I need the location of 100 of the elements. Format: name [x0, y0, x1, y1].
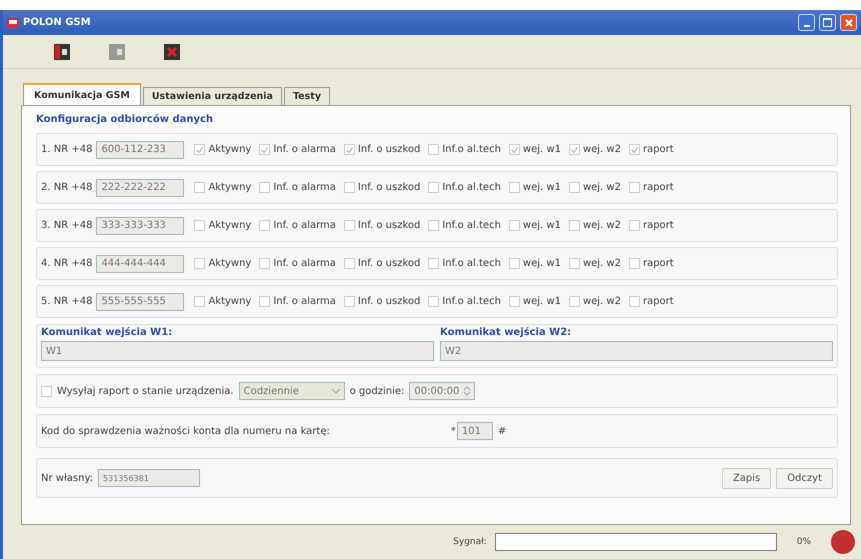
phone-field[interactable]: 555-555-555 — [96, 292, 184, 310]
own-number-field[interactable]: 531356381 — [98, 469, 200, 487]
checkbox-label: Aktywny — [208, 144, 252, 155]
checkbox[interactable] — [628, 220, 640, 231]
checkbox[interactable] — [428, 220, 440, 231]
checkbox[interactable] — [428, 144, 440, 155]
checkbox[interactable] — [508, 296, 520, 307]
checkbox[interactable] — [259, 220, 270, 231]
door-icon — [53, 42, 71, 60]
checkbox[interactable] — [568, 258, 580, 269]
time-label: o godzinie: — [350, 386, 404, 396]
checkbox[interactable] — [41, 386, 52, 396]
checkbox[interactable] — [428, 258, 440, 269]
checkbox[interactable] — [508, 144, 520, 155]
checkbox[interactable] — [508, 258, 520, 269]
checkbox-label: Inf. o alarma — [273, 182, 336, 193]
action-button[interactable]: Odczyt — [776, 468, 833, 488]
phone-field[interactable]: 444-444-444 — [96, 254, 184, 272]
phone-field[interactable]: 333-333-333 — [96, 216, 184, 234]
group-title: Komunikat wejścia W1: — [41, 327, 174, 338]
checkbox[interactable] — [344, 296, 355, 307]
checkbox[interactable] — [344, 220, 355, 231]
checkbox[interactable] — [628, 296, 640, 307]
checkbox-label: raport — [642, 144, 674, 155]
checkbox-label: raport — [642, 182, 674, 193]
group-title: Konfiguracja odbiorców danych — [36, 114, 214, 125]
checkbox-label: wej. w2 — [582, 182, 621, 193]
checkbox-label: raport — [642, 296, 674, 307]
minimize-icon — [804, 24, 810, 26]
checkbox[interactable] — [259, 258, 270, 269]
checkbox[interactable] — [568, 220, 580, 231]
toolbar-button[interactable] — [163, 42, 181, 60]
own-number-label: Nr własny: — [41, 472, 94, 484]
checkbox[interactable] — [344, 144, 355, 155]
checkbox[interactable] — [259, 144, 270, 155]
door-icon — [108, 42, 126, 60]
checkbox[interactable] — [194, 258, 206, 269]
close-icon — [163, 42, 181, 60]
row-label: 5. NR +48 — [41, 296, 92, 307]
checkbox-label: Inf. o alarma — [273, 144, 336, 155]
checkbox[interactable] — [194, 144, 206, 155]
action-button[interactable]: Zapis — [722, 468, 772, 488]
checkbox-label: Aktywny — [208, 258, 252, 269]
suffix-label: # — [498, 426, 506, 436]
window-title: POLON GSM — [23, 17, 91, 28]
checkbox-label: Wysyłaj raport o stanie urządzenia. — [57, 386, 234, 396]
message-field[interactable]: W2 — [440, 341, 833, 361]
checkbox-label: Inf.o al.tech — [442, 144, 501, 155]
checkbox-label: Inf. o uszkod — [358, 144, 420, 155]
checkbox-label: Inf.o al.tech — [442, 296, 501, 307]
maximize-icon — [823, 18, 832, 27]
close-button[interactable] — [840, 14, 857, 31]
tab[interactable]: Komunikacja GSM — [23, 83, 141, 105]
checkbox[interactable] — [508, 182, 520, 193]
checkbox[interactable] — [259, 296, 270, 307]
checkbox[interactable] — [508, 220, 520, 231]
minimize-button[interactable] — [798, 14, 815, 31]
checkbox[interactable] — [628, 182, 640, 193]
tab[interactable]: Ustawienia urządzenia — [142, 87, 282, 105]
spinner-arrows-icon — [464, 386, 470, 396]
checkbox[interactable] — [568, 144, 580, 155]
checkbox-label: wej. w1 — [522, 220, 561, 231]
checkbox-label: Inf. o uszkod — [358, 182, 420, 193]
checkbox-label: Aktywny — [208, 296, 252, 307]
checkbox[interactable] — [194, 220, 206, 231]
toolbar-button[interactable] — [53, 42, 71, 60]
message-field[interactable]: W1 — [41, 341, 434, 361]
checkbox[interactable] — [628, 144, 640, 155]
close-icon — [844, 18, 852, 26]
tab[interactable]: Testy — [284, 87, 330, 105]
checkbox[interactable] — [428, 182, 440, 193]
maximize-button[interactable] — [819, 14, 836, 31]
frequency-dropdown[interactable]: Codziennie — [238, 382, 345, 400]
checkbox-label: Aktywny — [208, 220, 252, 231]
phone-field[interactable]: 600-112-233 — [96, 140, 184, 158]
checkbox[interactable] — [259, 182, 270, 193]
row-label: 1. NR +48 — [41, 144, 92, 155]
checkbox[interactable] — [194, 296, 206, 307]
percent-label: 0% — [796, 537, 811, 547]
time-spinner[interactable]: 00:00:00 — [409, 382, 476, 400]
checkbox-label: Inf. o uszkod — [358, 258, 420, 269]
checkbox[interactable] — [344, 182, 355, 193]
checkbox[interactable] — [194, 182, 206, 193]
checkbox[interactable] — [428, 296, 440, 307]
checkbox-label: Inf.o al.tech — [442, 220, 501, 231]
phone-field[interactable]: 222-222-222 — [96, 178, 184, 196]
checkbox-label: Inf.o al.tech — [442, 258, 501, 269]
checkbox[interactable] — [628, 258, 640, 269]
code-field[interactable]: 101 — [456, 422, 493, 440]
checkbox-label: wej. w1 — [522, 296, 561, 307]
checkbox[interactable] — [568, 182, 580, 193]
signal-label: Sygnał: — [453, 537, 487, 547]
checkbox[interactable] — [344, 258, 355, 269]
checkbox-label: wej. w2 — [582, 258, 621, 269]
checkbox-label: wej. w1 — [522, 144, 561, 155]
checkbox[interactable] — [568, 296, 580, 307]
checkbox-label: wej. w2 — [582, 296, 621, 307]
code-label: Kod do sprawdzenia ważności konta dla numeru na kartę: — [41, 426, 330, 436]
checkbox-label: wej. w2 — [582, 144, 621, 155]
checkbox-label: Inf. o alarma — [273, 220, 336, 231]
